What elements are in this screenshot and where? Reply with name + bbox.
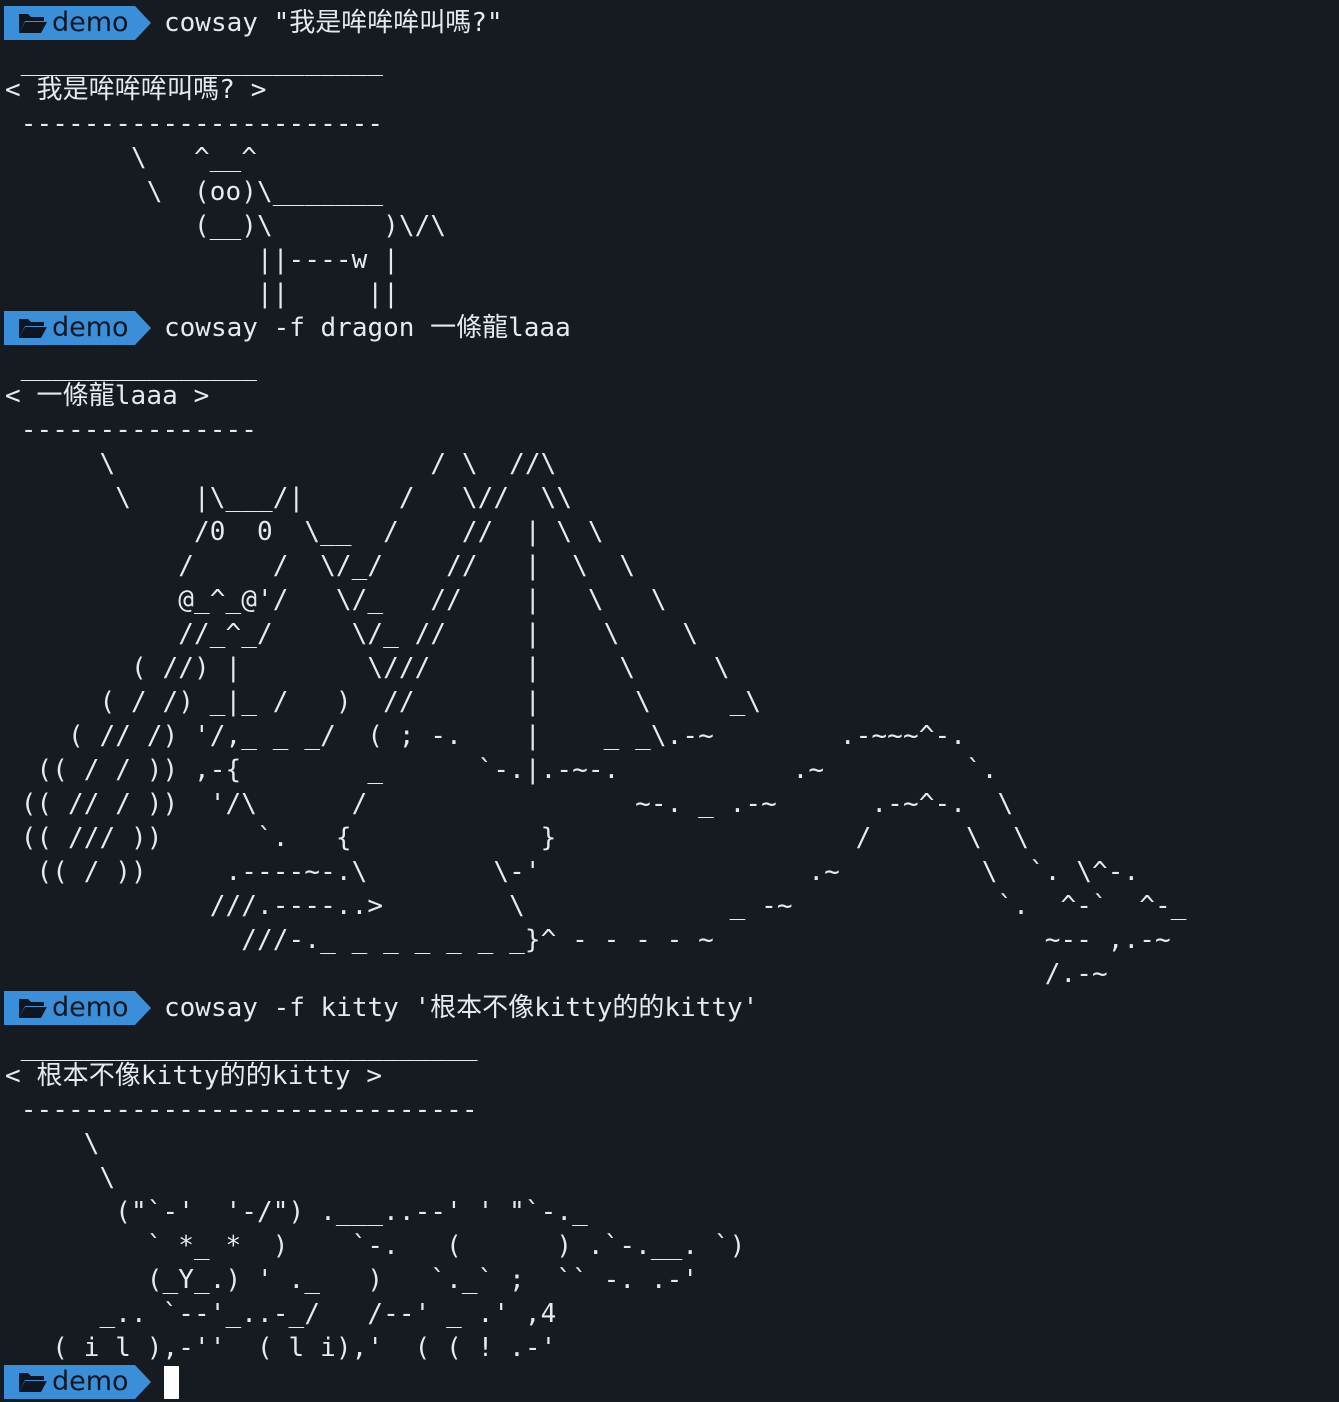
output-line: < 一條龍laaa > bbox=[5, 381, 210, 411]
output-line: /.-~ bbox=[5, 959, 1108, 989]
shell-prompt: demo bbox=[4, 6, 151, 40]
output-line: /0 0 \__ / // | \ \ bbox=[5, 517, 604, 547]
prompt-label: demo bbox=[52, 992, 129, 1023]
command-line: cowsay -f kitty '根本不像kitty的的kitty' bbox=[164, 993, 759, 1023]
folder-open-icon bbox=[19, 999, 47, 1018]
folder-open-icon bbox=[19, 319, 47, 338]
prompt-label: demo bbox=[52, 1366, 129, 1397]
prompt-segment: demo bbox=[4, 6, 135, 40]
output-line: ///.----..> \ _ -~ `. ^-` ^-_ bbox=[5, 891, 1187, 921]
output-line: \ (oo)\_______ bbox=[5, 177, 384, 207]
output-line: ----------------------- bbox=[5, 109, 384, 139]
output-line: \ bbox=[5, 1129, 100, 1159]
prompt-arrow bbox=[134, 991, 151, 1025]
prompt-arrow bbox=[134, 1365, 151, 1399]
output-line: ( / /) _|_ / ) // | \ _\ bbox=[5, 687, 762, 717]
shell-prompt: demo bbox=[4, 311, 151, 345]
output-line: \ bbox=[5, 1163, 116, 1193]
output-line: \ ^__^ bbox=[5, 143, 258, 173]
output-line: ( //) | \/// | \ \ bbox=[5, 653, 730, 683]
shell-prompt: demo bbox=[4, 1365, 151, 1399]
output-line: ||----w | bbox=[5, 245, 399, 275]
prompt-segment: demo bbox=[4, 991, 135, 1025]
output-line: \ |\___/| / \// \\ bbox=[5, 483, 573, 513]
output-line: < 我是哞哞哞叫嗎? > bbox=[5, 75, 267, 105]
prompt-arrow bbox=[134, 311, 151, 345]
folder-open-icon bbox=[19, 1373, 47, 1392]
output-line: ` *_ * ) `-. ( ) .`-.__. `) bbox=[5, 1231, 746, 1261]
output-line: / / \/_/ // | \ \ bbox=[5, 551, 636, 581]
text-cursor[interactable] bbox=[164, 1366, 179, 1399]
output-line: (( /// )) `. { } / \ \ bbox=[5, 823, 1029, 853]
folder-open-icon bbox=[19, 14, 47, 33]
prompt-label: demo bbox=[52, 312, 129, 343]
command-line: cowsay -f dragon 一條龍laaa bbox=[164, 313, 571, 343]
prompt-segment: demo bbox=[4, 311, 135, 345]
output-line: (( // / )) '/\ / ~-. _ .-~ .-~^-. \ bbox=[5, 789, 1014, 819]
output-line: ("`-' '-/") .___..--' ' "`-._ bbox=[5, 1197, 588, 1227]
output-line: || || bbox=[5, 279, 399, 309]
output-line: --------------- bbox=[5, 415, 258, 445]
prompt-arrow bbox=[134, 6, 151, 40]
output-line: ( i l ),-'' ( l i),' ( ( ! .-' bbox=[5, 1333, 557, 1363]
output-line: ///-._ _ _ _ _ _ _}^ - - - - ~ ~-- ,.-~ bbox=[5, 925, 1171, 955]
prompt-segment: demo bbox=[4, 1365, 135, 1399]
output-line: @_^_@'/ \/_ // | \ \ bbox=[5, 585, 667, 615]
output-line: //_^_/ \/_ // | \ \ bbox=[5, 619, 699, 649]
output-line: < 根本不像kitty的的kitty > bbox=[5, 1061, 383, 1091]
command-line: cowsay "我是哞哞哞叫嗎?" bbox=[164, 8, 503, 38]
output-line: (( / )) .----~-.\ \-' .~ \ `. \^-. bbox=[5, 857, 1140, 887]
output-line: ----------------------------- bbox=[5, 1095, 478, 1125]
output-line: \ / \ //\ bbox=[5, 449, 557, 479]
output-line: (_Y_.) ' ._ ) `._` ; `` -. .-' bbox=[5, 1265, 699, 1295]
output-line: _.. `--'_..-_/ /--' _ .' ,4 bbox=[5, 1299, 557, 1329]
output-line: (( / / )) ,-{ _ `-.|.-~-. .~ `. bbox=[5, 755, 998, 785]
output-line: (__)\ )\/\ bbox=[5, 211, 447, 241]
shell-prompt: demo bbox=[4, 991, 151, 1025]
output-line: ( // /) '/,_ _ _/ ( ; -. | _ _\.-~ .-~~~… bbox=[5, 721, 966, 751]
terminal-window[interactable]: demo cowsay "我是哞哞哞叫嗎?" _________________… bbox=[0, 5, 1339, 1402]
prompt-label: demo bbox=[52, 7, 129, 38]
